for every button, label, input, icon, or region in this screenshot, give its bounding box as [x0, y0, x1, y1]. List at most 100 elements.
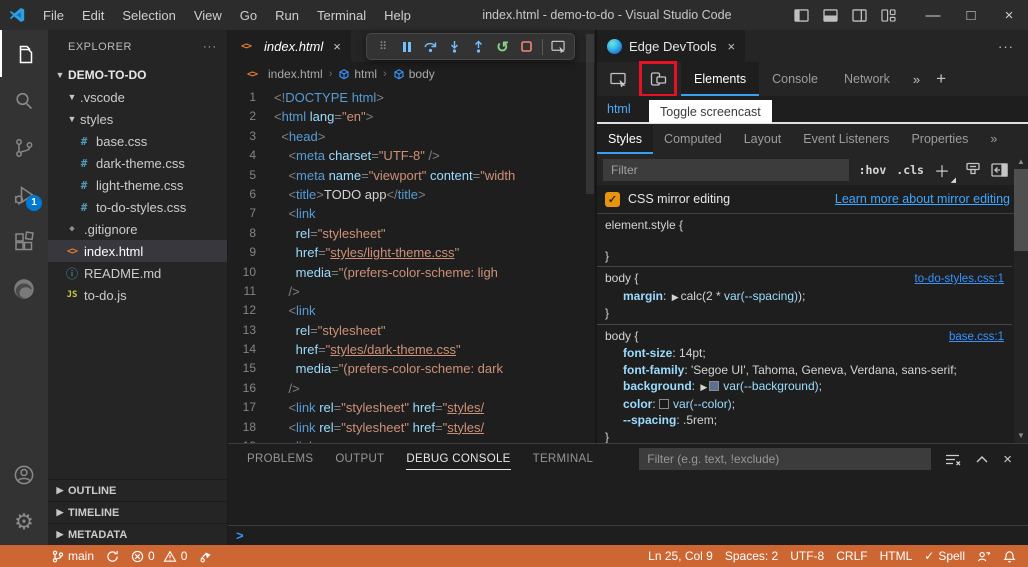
- step-over-button[interactable]: [420, 36, 441, 58]
- explorer-item-light-theme.css[interactable]: #light-theme.css: [48, 174, 227, 196]
- clear-console-icon[interactable]: [945, 453, 961, 466]
- scroll-down-icon[interactable]: ▼: [1017, 428, 1025, 443]
- pseudo-state-button[interactable]: :hov: [859, 163, 887, 177]
- styles-tab-event-listeners[interactable]: Event Listeners: [792, 124, 900, 154]
- menu-go[interactable]: Go: [231, 8, 266, 23]
- explorer-item-to-do-styles.css[interactable]: #to-do-styles.css: [48, 196, 227, 218]
- breadcrumb-item-html[interactable]: html: [338, 67, 377, 81]
- explorer-icon[interactable]: [0, 30, 48, 77]
- notifications-indicator[interactable]: [997, 545, 1022, 567]
- css-property[interactable]: --spacing: .5rem;: [597, 412, 1012, 429]
- menu-selection[interactable]: Selection: [113, 8, 184, 23]
- explorer-item-index.html[interactable]: <>index.html: [48, 240, 227, 262]
- step-into-button[interactable]: [444, 36, 465, 58]
- styles-tab-layout[interactable]: Layout: [733, 124, 793, 154]
- css-property[interactable]: margin: ▶calc(2 * var(--spacing));: [597, 288, 1012, 306]
- new-style-rule-button[interactable]: ＋◢: [934, 158, 955, 182]
- panel-tab-output[interactable]: OUTPUT: [324, 444, 395, 474]
- toggle-screencast-icon[interactable]: [643, 65, 673, 93]
- new-tab-icon[interactable]: +: [930, 69, 952, 89]
- css-property[interactable]: background: ▶var(--background);: [597, 378, 1012, 396]
- toggle-panel-icon[interactable]: [823, 9, 838, 22]
- tab-index-html[interactable]: <> index.html ×: [228, 30, 351, 62]
- panel-tab-terminal[interactable]: TERMINAL: [522, 444, 605, 474]
- scroll-up-icon[interactable]: ▲: [1017, 154, 1025, 169]
- mirror-editing-learn-more-link[interactable]: Learn more about mirror editing: [835, 192, 1010, 206]
- devtools-scrollbar[interactable]: ▲ ▼: [1014, 154, 1028, 443]
- menu-run[interactable]: Run: [266, 8, 308, 23]
- search-icon[interactable]: [0, 77, 48, 124]
- explorer-item-README.md[interactable]: ⓘREADME.md: [48, 262, 227, 284]
- spell-checker[interactable]: ✓Spell: [918, 545, 971, 567]
- element-class-button[interactable]: .cls: [896, 163, 924, 177]
- devtools-tab-network[interactable]: Network: [831, 62, 903, 96]
- menu-view[interactable]: View: [185, 8, 231, 23]
- explorer-item-base.css[interactable]: #base.css: [48, 130, 227, 152]
- styles-tab-styles[interactable]: Styles: [597, 124, 653, 154]
- maximize-button[interactable]: □: [952, 0, 990, 30]
- explorer-item-.vscode[interactable]: ▼.vscode: [48, 86, 227, 108]
- menu-edit[interactable]: Edit: [73, 8, 113, 23]
- devtools-tab-close-icon[interactable]: ×: [727, 39, 735, 54]
- css-property[interactable]: color: var(--color);: [597, 396, 1012, 413]
- dom-crumb-html[interactable]: html: [607, 102, 631, 116]
- tab-close-icon[interactable]: ×: [333, 39, 341, 54]
- breadcrumb-item-index.html[interactable]: <>index.html: [244, 67, 323, 81]
- inspect-icon[interactable]: [603, 65, 633, 93]
- drag-handle-icon[interactable]: ⠿: [372, 36, 393, 58]
- explorer-item-.gitignore[interactable]: ◆.gitignore: [48, 218, 227, 240]
- toggle-secondary-sidebar-icon[interactable]: [852, 9, 867, 22]
- devtools-more-actions-icon[interactable]: ···: [998, 39, 1028, 54]
- extensions-icon[interactable]: [0, 218, 48, 265]
- styles-filter-input[interactable]: [603, 159, 849, 181]
- cursor-position[interactable]: Ln 25, Col 9: [642, 545, 719, 567]
- git-branch-indicator[interactable]: main: [46, 545, 100, 567]
- rule-selector[interactable]: element.style {: [605, 217, 683, 234]
- color-swatch[interactable]: [659, 399, 669, 409]
- panel-tab-problems[interactable]: PROBLEMS: [236, 444, 324, 474]
- rule-selector[interactable]: body {: [605, 328, 638, 345]
- css-rules-list[interactable]: element.style {}body {to-do-styles.css:1…: [597, 214, 1028, 443]
- devtools-tab-console[interactable]: Console: [759, 62, 831, 96]
- toggle-sidebar-icon[interactable]: [794, 9, 809, 22]
- accounts-icon[interactable]: [0, 451, 48, 498]
- explorer-item-to-do.js[interactable]: JSto-do.js: [48, 284, 227, 306]
- section-outline[interactable]: ▶OUTLINE: [48, 479, 227, 501]
- section-timeline[interactable]: ▶TIMELINE: [48, 501, 227, 523]
- explorer-item-dark-theme.css[interactable]: #dark-theme.css: [48, 152, 227, 174]
- computed-sidebar-toggle-icon[interactable]: [991, 163, 1008, 177]
- debug-console-output[interactable]: [228, 474, 1028, 525]
- close-panel-icon[interactable]: ×: [1003, 451, 1012, 468]
- problems-indicator[interactable]: 0 0: [125, 545, 193, 567]
- explorer-item-styles[interactable]: ▼styles: [48, 108, 227, 130]
- editor-scrollbar[interactable]: [585, 30, 595, 443]
- feedback-indicator[interactable]: [971, 545, 997, 567]
- debug-session-indicator[interactable]: [193, 545, 219, 567]
- tab-edge-devtools[interactable]: Edge DevTools ×: [597, 30, 745, 62]
- css-mirror-editing-checkbox[interactable]: ✓: [605, 192, 620, 207]
- run-and-debug-icon[interactable]: 1: [0, 171, 48, 218]
- debug-console-filter-input[interactable]: [639, 448, 931, 470]
- editor[interactable]: 1<!DOCTYPE html>2<html lang="en">3 <head…: [228, 86, 595, 443]
- styles-tab-properties[interactable]: Properties: [900, 124, 979, 154]
- devtools-tab-elements[interactable]: Elements: [681, 62, 759, 96]
- rule-selector[interactable]: body {: [605, 270, 638, 287]
- source-control-icon[interactable]: [0, 124, 48, 171]
- styles-tabs-overflow-icon[interactable]: »: [979, 124, 1008, 154]
- menu-terminal[interactable]: Terminal: [308, 8, 375, 23]
- maximize-panel-icon[interactable]: [976, 455, 988, 463]
- menu-file[interactable]: File: [34, 8, 73, 23]
- explorer-more-actions-icon[interactable]: ···: [203, 41, 217, 53]
- css-property[interactable]: font-size: 14pt;: [597, 345, 1012, 362]
- sync-indicator[interactable]: [100, 545, 125, 567]
- step-out-button[interactable]: [468, 36, 489, 58]
- encoding[interactable]: UTF-8: [784, 545, 830, 567]
- stop-button[interactable]: [516, 36, 537, 58]
- settings-gear-icon[interactable]: ⚙: [0, 498, 48, 545]
- rendering-emulation-icon[interactable]: [965, 162, 981, 177]
- panel-tab-debug-console[interactable]: DEBUG CONSOLE: [395, 444, 521, 474]
- section-metadata[interactable]: ▶METADATA: [48, 523, 227, 545]
- expand-icon[interactable]: ▶: [670, 292, 681, 302]
- pause-button[interactable]: [396, 36, 417, 58]
- close-button[interactable]: ×: [990, 0, 1028, 30]
